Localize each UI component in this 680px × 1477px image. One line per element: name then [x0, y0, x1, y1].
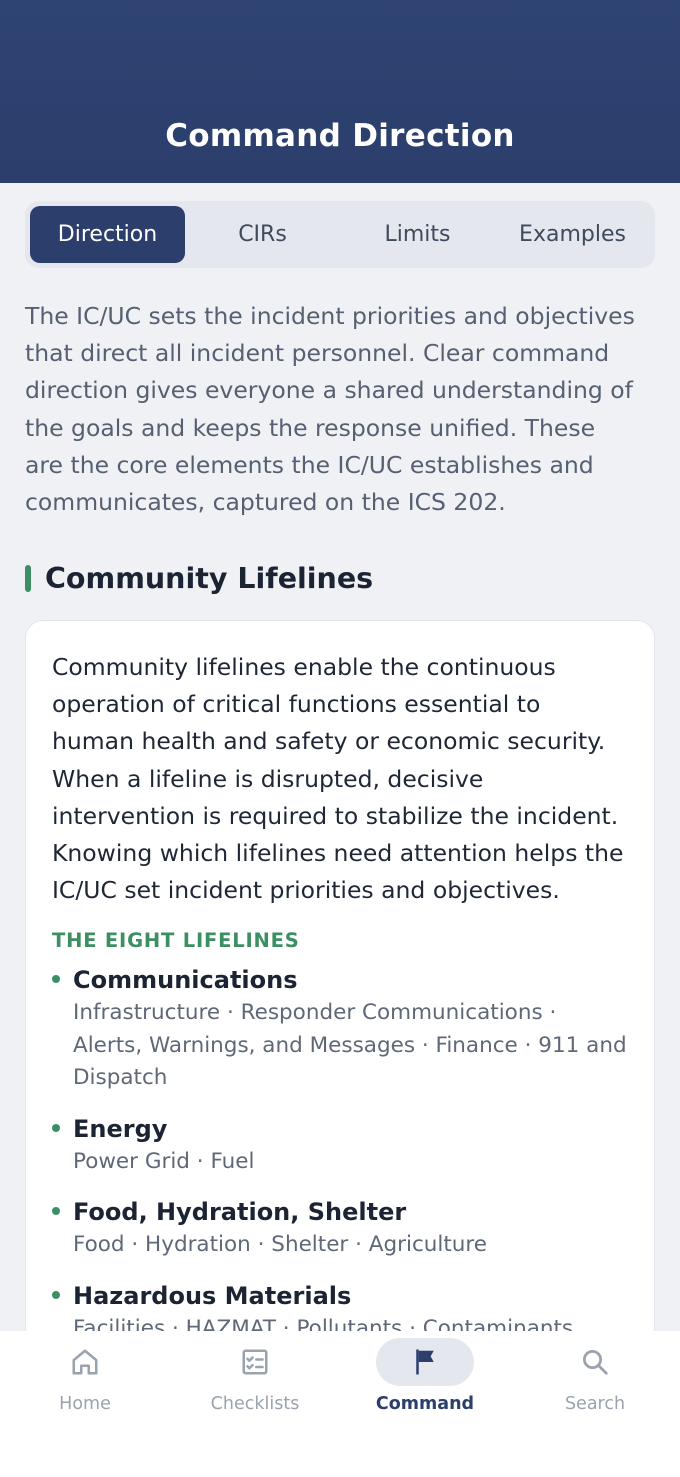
home-icon	[36, 1338, 134, 1386]
bullet-icon	[52, 1290, 60, 1299]
lifeline-components: Infrastructure · Responder Communication…	[73, 1000, 627, 1091]
section-header: Community Lifelines	[25, 560, 373, 596]
segmented-tabs: Direction CIRs Limits Examples	[25, 201, 655, 268]
list-item: Food, Hydration, Shelter Food · Hydratio…	[52, 1196, 628, 1262]
tab-cirs[interactable]: CIRs	[185, 206, 340, 263]
list-item: Communications Infrastructure · Responde…	[52, 964, 628, 1095]
lifeline-name: Hazardous Materials	[73, 1281, 352, 1310]
lifeline-name: Energy	[73, 1114, 168, 1143]
nav-home[interactable]: Home	[0, 1331, 170, 1477]
bullet-icon	[52, 1123, 60, 1132]
lifeline-components: Power Grid · Fuel	[73, 1148, 255, 1174]
card-description: Community lifelines enable the continuou…	[52, 653, 624, 905]
lifelines-card: Community lifelines enable the continuou…	[25, 620, 655, 1380]
lifeline-components: Food · Hydration · Shelter · Agriculture	[73, 1232, 488, 1258]
nav-label: Command	[375, 1394, 475, 1414]
page-title: Command Direction	[165, 118, 515, 154]
nav-search[interactable]: Search	[510, 1331, 680, 1477]
app-header: Command Direction	[0, 0, 680, 183]
flag-icon	[376, 1338, 474, 1386]
nav-label: Home	[59, 1394, 111, 1414]
section-title: Community Lifelines	[45, 561, 374, 595]
bullet-icon	[52, 975, 60, 984]
lifelines-list-label: THE EIGHT LIFELINES	[52, 929, 300, 953]
section-accent-bar	[25, 564, 31, 592]
lifeline-name: Communications	[73, 966, 298, 995]
lifeline-name: Food, Hydration, Shelter	[73, 1198, 407, 1227]
checklist-icon	[206, 1338, 304, 1386]
nav-label: Search	[564, 1394, 626, 1414]
tab-direction[interactable]: Direction	[30, 206, 185, 263]
nav-command[interactable]: Command	[340, 1331, 510, 1477]
nav-checklists[interactable]: Checklists	[170, 1331, 340, 1477]
list-item: Energy Power Grid · Fuel	[52, 1113, 628, 1179]
tab-examples[interactable]: Examples	[495, 206, 650, 263]
tab-limits[interactable]: Limits	[340, 206, 495, 263]
bullet-icon	[52, 1207, 60, 1216]
bottom-nav: Home Checklists Command Search	[0, 1331, 680, 1477]
intro-paragraph: The IC/UC sets the incident priorities a…	[25, 302, 635, 517]
nav-label: Checklists	[210, 1394, 300, 1414]
search-icon	[546, 1338, 644, 1386]
